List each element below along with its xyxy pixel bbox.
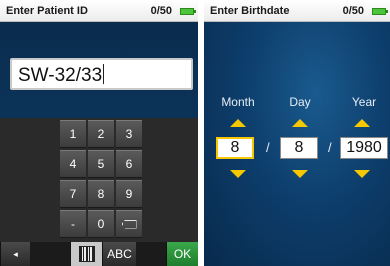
- year-field[interactable]: 1980: [340, 137, 388, 159]
- date-separator: /: [266, 140, 270, 155]
- softkey-bar: ◂ ABC OK: [0, 242, 198, 266]
- back-button[interactable]: ◂: [0, 242, 30, 266]
- screen-title: Enter Birthdate: [210, 5, 290, 17]
- day-field[interactable]: 8: [280, 137, 318, 159]
- key-dash[interactable]: -: [60, 210, 86, 238]
- month-label: Month: [221, 95, 255, 109]
- patient-id-screen: Enter Patient ID 0/50 SW-32/33 1 2 3 4 5…: [0, 0, 198, 266]
- key-1[interactable]: 1: [60, 120, 86, 148]
- patient-id-value: SW-32/33: [18, 65, 103, 86]
- abc-mode-button[interactable]: ABC: [102, 242, 136, 266]
- month-decrement-arrow-icon[interactable]: [230, 170, 246, 178]
- key-5[interactable]: 5: [88, 150, 114, 178]
- key-4[interactable]: 4: [60, 150, 86, 178]
- backspace-icon: [121, 219, 137, 229]
- key-9[interactable]: 9: [116, 180, 142, 208]
- ok-button[interactable]: OK: [166, 242, 198, 266]
- backspace-key[interactable]: [116, 210, 142, 238]
- key-0[interactable]: 0: [88, 210, 114, 238]
- month-increment-arrow-icon[interactable]: [230, 119, 246, 127]
- day-increment-arrow-icon[interactable]: [292, 119, 308, 127]
- character-counter: 0/50: [342, 5, 364, 17]
- key-6[interactable]: 6: [116, 150, 142, 178]
- month-field[interactable]: 8: [216, 137, 254, 159]
- text-cursor: [103, 64, 105, 84]
- year-label: Year: [351, 95, 377, 109]
- battery-icon: [180, 8, 196, 15]
- key-2[interactable]: 2: [88, 120, 114, 148]
- battery-icon: [372, 8, 388, 15]
- key-8[interactable]: 8: [88, 180, 114, 208]
- patient-id-input[interactable]: SW-32/33: [10, 58, 193, 90]
- barcode-scan-button[interactable]: [70, 242, 102, 266]
- key-7[interactable]: 7: [60, 180, 86, 208]
- year-increment-arrow-icon[interactable]: [354, 119, 370, 127]
- year-decrement-arrow-icon[interactable]: [354, 170, 370, 178]
- character-counter: 0/50: [150, 5, 172, 17]
- status-bar: Enter Patient ID 0/50: [0, 0, 198, 22]
- barcode-icon: [78, 246, 95, 262]
- day-label: Day: [289, 95, 311, 109]
- key-3[interactable]: 3: [116, 120, 142, 148]
- screen-title: Enter Patient ID: [6, 5, 88, 17]
- back-arrow-icon: ◂: [13, 248, 18, 259]
- date-separator: /: [328, 140, 332, 155]
- status-bar: Enter Birthdate 0/50: [204, 0, 390, 22]
- birthdate-screen: Enter Birthdate 0/50 Month Day Year 8 / …: [204, 0, 390, 266]
- day-decrement-arrow-icon[interactable]: [292, 170, 308, 178]
- numeric-keypad: 1 2 3 4 5 6 7 8 9 - 0: [0, 118, 198, 242]
